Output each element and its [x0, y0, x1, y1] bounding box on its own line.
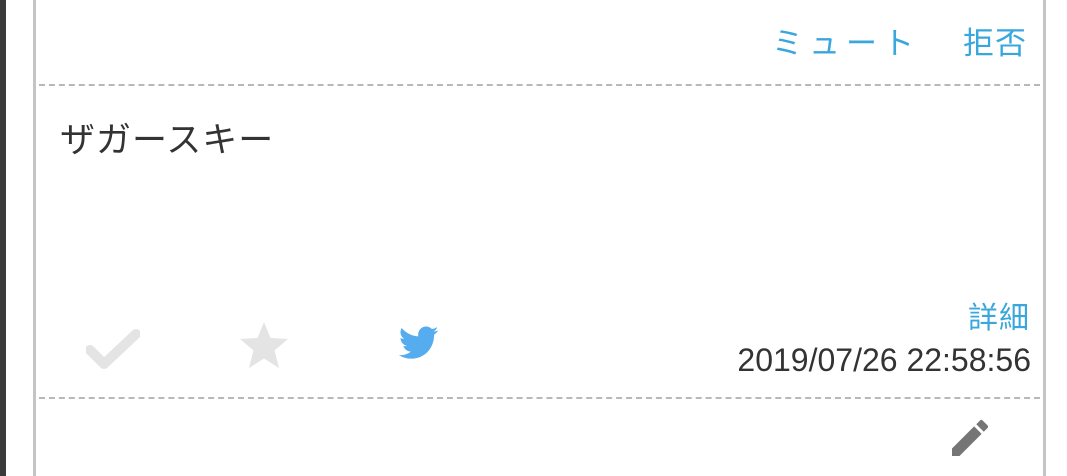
twitter-bird-icon[interactable]: [399, 326, 439, 360]
post-card: ミュート 拒否 ザガースキー 詳細 2019/07/26 22:58:56: [33, 0, 1046, 476]
detail-link[interactable]: 詳細: [968, 293, 1030, 337]
check-icon[interactable]: [86, 328, 140, 372]
divider-bottom: [39, 397, 1040, 399]
pencil-icon[interactable]: [946, 414, 994, 462]
divider-top: [39, 84, 1040, 86]
mute-button[interactable]: ミュート: [772, 18, 920, 63]
reject-button[interactable]: 拒否: [963, 18, 1027, 63]
post-timestamp: 2019/07/26 22:58:56: [737, 342, 1031, 378]
window-edge: [0, 0, 6, 476]
star-icon[interactable]: [238, 320, 290, 372]
screen: ミュート 拒否 ザガースキー 詳細 2019/07/26 22:58:56: [0, 0, 1067, 476]
post-message: ザガースキー: [60, 121, 275, 161]
